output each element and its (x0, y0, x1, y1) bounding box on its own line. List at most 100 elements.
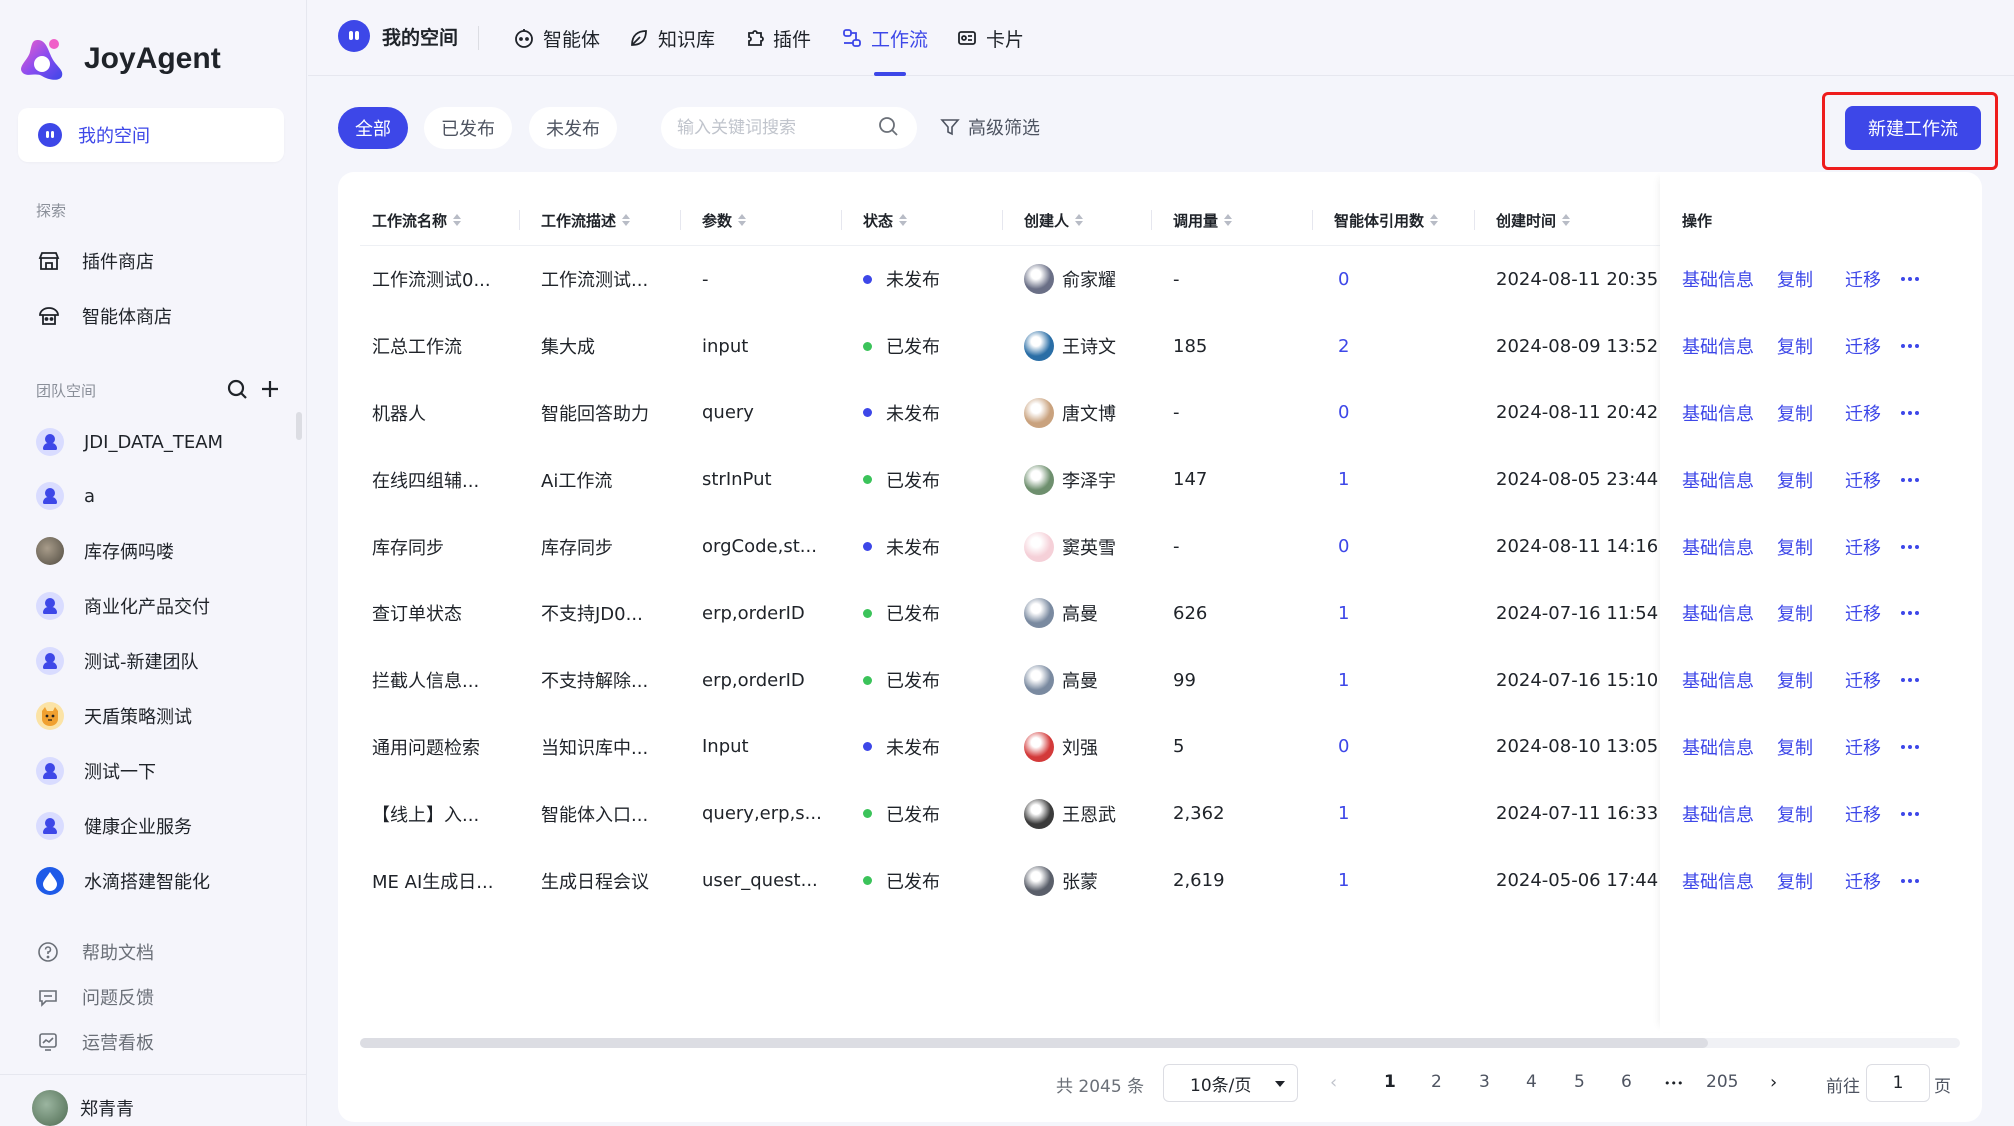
basic-info-link[interactable]: 基础信息 (1682, 446, 1754, 513)
sidebar-item-agent-store[interactable]: 智能体商店 (36, 301, 172, 331)
tab-workflow[interactable]: 工作流 (841, 24, 928, 52)
migrate-link[interactable]: 迁移 (1845, 714, 1881, 781)
column-header-name[interactable]: 工作流名称 (372, 194, 462, 246)
page-5[interactable]: 5 (1574, 1072, 1585, 1092)
more-icon[interactable] (1901, 647, 1919, 714)
refs-link[interactable]: 0 (1338, 536, 1349, 557)
more-icon[interactable] (1901, 580, 1919, 647)
team-search-icon[interactable] (226, 378, 248, 404)
pagination-ellipsis[interactable]: ••• (1664, 1077, 1683, 1090)
column-header-params[interactable]: 参数 (702, 194, 747, 246)
refs-link[interactable]: 2 (1338, 336, 1349, 357)
sidebar-item-team[interactable]: 库存俩吗喽 (36, 535, 174, 567)
new-workflow-button[interactable]: 新建工作流 (1845, 106, 1981, 150)
cell-refs[interactable]: 1 (1338, 780, 1468, 847)
sidebar-item-team[interactable]: 测试一下 (36, 755, 156, 787)
column-header-status[interactable]: 状态 (863, 194, 908, 246)
copy-link[interactable]: 复制 (1777, 513, 1813, 580)
page-6[interactable]: 6 (1621, 1072, 1632, 1092)
cell-refs[interactable]: 1 (1338, 446, 1468, 513)
next-page-icon[interactable]: › (1770, 1072, 1777, 1093)
tab-card[interactable]: 卡片 (956, 24, 1024, 52)
sidebar-item-team[interactable]: 健康企业服务 (36, 810, 192, 842)
sidebar-item-team[interactable]: 天盾策略测试 (36, 700, 192, 732)
copy-link[interactable]: 复制 (1777, 847, 1813, 914)
sidebar-item-help[interactable]: 帮助文档 (36, 938, 154, 966)
filter-unpublished-pill[interactable]: 未发布 (529, 107, 617, 149)
cell-refs[interactable]: 2 (1338, 313, 1468, 380)
basic-info-link[interactable]: 基础信息 (1682, 313, 1754, 380)
filter-published-pill[interactable]: 已发布 (424, 107, 512, 149)
top-space[interactable]: 我的空间 (338, 20, 458, 52)
sidebar-item-team[interactable]: 水滴搭建智能化 (36, 865, 210, 897)
column-header-calls[interactable]: 调用量 (1173, 194, 1233, 246)
tab-agent[interactable]: 智能体 (513, 24, 600, 52)
migrate-link[interactable]: 迁移 (1845, 847, 1881, 914)
basic-info-link[interactable]: 基础信息 (1682, 380, 1754, 447)
more-icon[interactable] (1901, 313, 1919, 380)
more-icon[interactable] (1901, 380, 1919, 447)
basic-info-link[interactable]: 基础信息 (1682, 580, 1754, 647)
sidebar-item-team[interactable]: a (36, 480, 95, 512)
goto-page-input[interactable] (1866, 1064, 1930, 1102)
cell-refs[interactable]: 0 (1338, 246, 1468, 313)
cell-refs[interactable]: 1 (1338, 847, 1468, 914)
page-2[interactable]: 2 (1431, 1072, 1442, 1092)
copy-link[interactable]: 复制 (1777, 313, 1813, 380)
column-header-creator[interactable]: 创建人 (1024, 194, 1084, 246)
more-icon[interactable] (1901, 446, 1919, 513)
brand[interactable]: JoyAgent (18, 32, 221, 86)
refs-link[interactable]: 1 (1338, 670, 1349, 691)
refs-link[interactable]: 0 (1338, 736, 1349, 757)
column-header-refs[interactable]: 智能体引用数 (1334, 194, 1439, 246)
migrate-link[interactable]: 迁移 (1845, 446, 1881, 513)
sidebar-item-dashboard[interactable]: 运营看板 (36, 1028, 154, 1056)
horizontal-scrollbar-thumb[interactable] (360, 1038, 1708, 1048)
add-team-icon[interactable] (260, 379, 280, 403)
search-icon[interactable] (877, 115, 899, 141)
sidebar-item-team[interactable]: 测试-新建团队 (36, 645, 199, 677)
page-last[interactable]: 205 (1706, 1072, 1738, 1092)
migrate-link[interactable]: 迁移 (1845, 780, 1881, 847)
cell-refs[interactable]: 0 (1338, 380, 1468, 447)
copy-link[interactable]: 复制 (1777, 714, 1813, 781)
page-3[interactable]: 3 (1479, 1072, 1490, 1092)
more-icon[interactable] (1901, 780, 1919, 847)
tab-knowledge[interactable]: 知识库 (628, 24, 715, 52)
more-icon[interactable] (1901, 847, 1919, 914)
refs-link[interactable]: 0 (1338, 402, 1349, 423)
basic-info-link[interactable]: 基础信息 (1682, 714, 1754, 781)
migrate-link[interactable]: 迁移 (1845, 513, 1881, 580)
column-header-desc[interactable]: 工作流描述 (541, 194, 631, 246)
migrate-link[interactable]: 迁移 (1845, 647, 1881, 714)
more-icon[interactable] (1901, 714, 1919, 781)
basic-info-link[interactable]: 基础信息 (1682, 780, 1754, 847)
sidebar-item-team[interactable]: 商业化产品交付 (36, 590, 210, 622)
refs-link[interactable]: 1 (1338, 603, 1349, 624)
page-4[interactable]: 4 (1526, 1072, 1537, 1092)
column-header-created[interactable]: 创建时间 (1496, 194, 1571, 246)
more-icon[interactable] (1901, 513, 1919, 580)
cell-refs[interactable]: 1 (1338, 647, 1468, 714)
basic-info-link[interactable]: 基础信息 (1682, 647, 1754, 714)
copy-link[interactable]: 复制 (1777, 647, 1813, 714)
cell-refs[interactable]: 0 (1338, 513, 1468, 580)
cell-refs[interactable]: 0 (1338, 714, 1468, 781)
prev-page-icon[interactable]: ‹ (1330, 1072, 1337, 1093)
migrate-link[interactable]: 迁移 (1845, 380, 1881, 447)
sidebar-item-feedback[interactable]: 问题反馈 (36, 983, 154, 1011)
cell-refs[interactable]: 1 (1338, 580, 1468, 647)
page-1[interactable]: 1 (1384, 1072, 1396, 1092)
basic-info-link[interactable]: 基础信息 (1682, 246, 1754, 313)
basic-info-link[interactable]: 基础信息 (1682, 847, 1754, 914)
sidebar-scrollbar[interactable] (296, 412, 302, 440)
sidebar-item-team[interactable]: JDI_DATA_TEAM (36, 426, 223, 458)
user-profile[interactable]: 郑青青 (32, 1090, 134, 1126)
migrate-link[interactable]: 迁移 (1845, 246, 1881, 313)
basic-info-link[interactable]: 基础信息 (1682, 513, 1754, 580)
migrate-link[interactable]: 迁移 (1845, 313, 1881, 380)
copy-link[interactable]: 复制 (1777, 246, 1813, 313)
more-icon[interactable] (1901, 246, 1919, 313)
copy-link[interactable]: 复制 (1777, 446, 1813, 513)
migrate-link[interactable]: 迁移 (1845, 580, 1881, 647)
